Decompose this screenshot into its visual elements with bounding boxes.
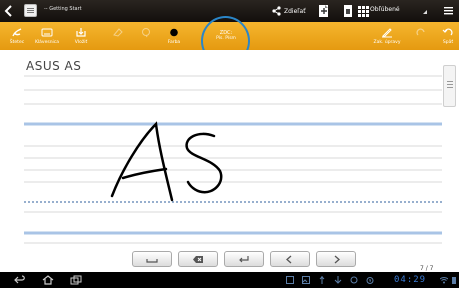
insert-tool[interactable]: Vložiť: [70, 22, 92, 50]
undo-tool[interactable]: Späť: [438, 22, 458, 50]
lasso-icon: [142, 28, 150, 38]
gallery-icon: [302, 276, 310, 284]
sync-icon: [350, 276, 358, 284]
undo-label: Späť: [442, 40, 454, 45]
select-tool[interactable]: [136, 22, 156, 50]
backspace-key[interactable]: [178, 251, 218, 267]
download-icon: [334, 276, 342, 284]
edit-mode-tool[interactable]: Zak. úpravy: [374, 22, 400, 50]
insert-icon: [76, 28, 86, 37]
enter-icon: [239, 255, 249, 262]
menu-icon[interactable]: [444, 6, 453, 15]
system-bar: 04:29: [0, 272, 459, 288]
edit-icon: [382, 28, 392, 38]
chevron-left-icon: [286, 255, 292, 263]
enter-key[interactable]: [224, 251, 264, 267]
usb-icon: [319, 276, 325, 284]
share-label: Zdieľať: [284, 7, 306, 15]
handwriting-ink[interactable]: [0, 50, 459, 272]
space-key[interactable]: [132, 251, 172, 267]
wifi-icon: [440, 277, 448, 284]
notebook-title[interactable]: -- Getting Start: [44, 6, 82, 12]
back-arrow-icon[interactable]: [4, 4, 14, 18]
favorites-dropdown[interactable]: Obľúbené: [370, 6, 400, 13]
page-export-icon[interactable]: [341, 4, 355, 18]
home-nav-icon[interactable]: [42, 275, 54, 285]
chevron-right-icon: [334, 255, 340, 263]
back-nav-icon[interactable]: [14, 275, 26, 285]
page-number: 7 / 7: [420, 265, 434, 272]
share-button[interactable]: Zdieľať: [272, 5, 306, 17]
keyboard-icon: [41, 28, 53, 37]
eraser-tool[interactable]: [108, 22, 128, 50]
color-dot-icon: [170, 28, 178, 37]
brush-icon: [12, 28, 22, 37]
insert-label: Vložiť: [74, 40, 88, 45]
backspace-icon: [193, 255, 203, 263]
undo-icon: [442, 28, 453, 36]
keyboard-label: Klávesnica: [34, 40, 60, 45]
notebook-app-icon[interactable]: [24, 4, 37, 17]
clock[interactable]: 04:29: [394, 275, 426, 285]
redo-tool[interactable]: [412, 22, 430, 50]
dropdown-corner-icon: [423, 10, 427, 14]
side-scroll-handle[interactable]: [443, 65, 456, 107]
redo-icon: [416, 28, 425, 36]
space-icon: [146, 258, 158, 263]
brush-tool[interactable]: Štetec: [6, 22, 28, 50]
alarm-icon: [366, 277, 374, 284]
edit-mode-label: Zak. úpravy: [373, 40, 401, 45]
color-tool[interactable]: Farba: [164, 22, 184, 50]
eraser-icon: [113, 28, 123, 37]
brush-label: Štetec: [9, 40, 25, 45]
page-add-icon[interactable]: [317, 4, 331, 18]
notebook-page[interactable]: ASUS AS 7 / 7: [0, 50, 459, 272]
cursor-right-key[interactable]: [316, 251, 356, 267]
color-label: Farba: [167, 40, 181, 45]
cursor-left-key[interactable]: [270, 251, 310, 267]
grid-view-icon[interactable]: [356, 4, 370, 18]
battery-icon: [452, 277, 456, 284]
keyboard-tool[interactable]: Klávesnica: [34, 22, 60, 50]
share-icon: [272, 6, 281, 16]
recent-apps-icon[interactable]: [70, 275, 82, 285]
screenshot-icon[interactable]: [286, 276, 294, 284]
handwriting-keys: [132, 251, 356, 267]
